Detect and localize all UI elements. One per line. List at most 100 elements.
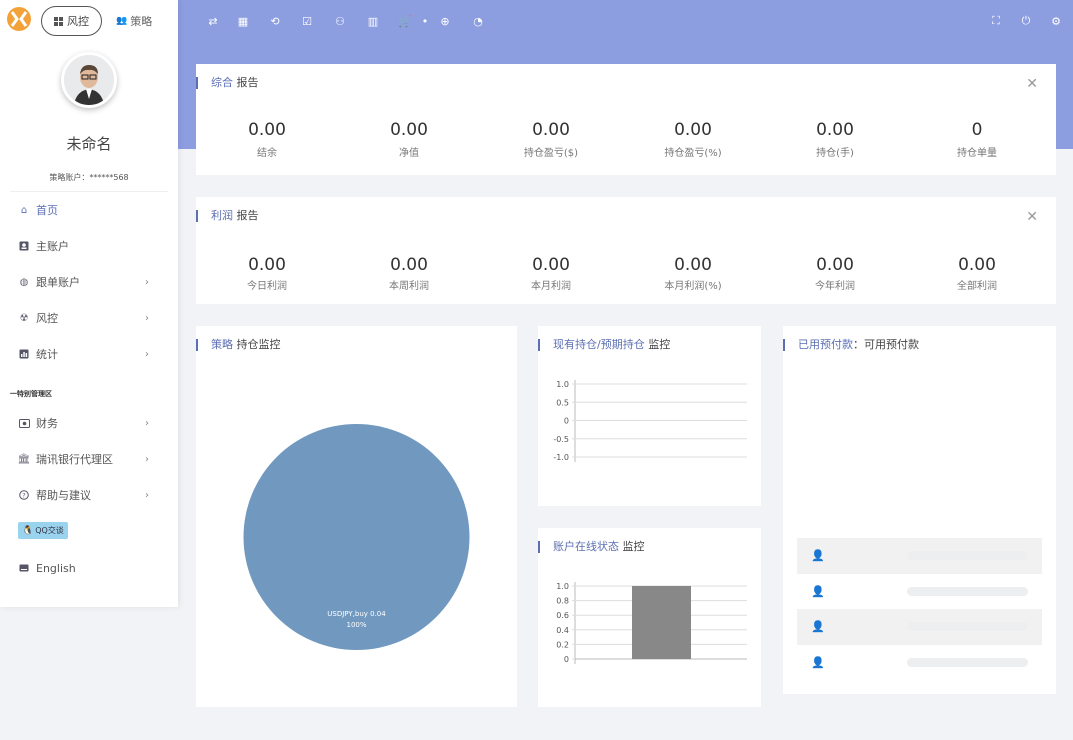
keyboard-icon [17,564,31,572]
group-icon: 👥 [116,16,128,26]
stat-label: 本月利润 [531,281,571,292]
stat-item: 0.00 本月利润 [480,255,622,292]
stat-item: 0.00 本月利润(%) [622,255,764,292]
sidebar-item-home[interactable]: ⌂ 首页 [0,198,178,222]
home-icon: ⌂ [20,204,28,216]
stat-value: 0.00 [532,120,570,140]
mode-tab-strategy[interactable]: 👥 策略 [116,13,152,29]
sidebar-item-follow-account[interactable]: ◍ 跟单账户 › [0,270,178,294]
sidebar-item-help[interactable]: ? 帮助与建议 › [0,483,178,507]
y-tick-label: 0.4 [556,626,569,635]
list-item[interactable]: 👤 [797,609,1042,645]
stat-label: 持仓盈亏(%) [664,148,722,159]
dashboard-icon[interactable]: ▦ [236,14,250,28]
bar-chart-icon[interactable]: ▥ [366,14,380,28]
y-tick-label: 0.2 [556,640,569,649]
app-logo[interactable] [6,6,32,32]
sidebar-item-risk[interactable]: ☢ 风控 › [0,306,178,330]
chevron-right-icon: › [145,312,149,324]
section-title: 一特别管理区 [10,390,52,398]
swap-icon[interactable]: ⇄ [206,14,220,28]
summary-report-panel: 综合 报告 ✕ 0.00 结余 0.00 净值 0.00 持仓盈亏($) 0.00 持仓… [196,64,1056,175]
sidebar-item-label: 风控 [36,312,58,325]
chevron-right-icon: › [145,348,149,360]
stat-item: 0.00 结余 [196,120,338,159]
sidebar-item-label: 首页 [36,204,58,217]
qq-chat-button[interactable]: 🐧 QQ交谈 [18,522,68,539]
y-tick-label: 1.0 [556,582,569,591]
mode-tab-label: 风控 [67,15,89,28]
list-item[interactable]: 👤 [797,645,1042,681]
user-icon: 👤 [811,656,825,669]
chevron-right-icon: › [145,276,149,288]
y-tick-label: 0.6 [556,611,569,620]
stat-item: 0.00 本周利润 [338,255,480,292]
pie-chart: USDJPY,buy 0.04 100% [243,424,470,650]
globe-icon: ◍ [19,276,29,288]
sidebar-item-label: 财务 [36,417,58,430]
stat-label: 本周利润 [389,281,429,292]
settings-icon[interactable]: ⚙ [1049,14,1063,28]
profit-stats: 0.00 今日利润 0.00 本周利润 0.00 本月利润 0.00 本月利润(%) 0… [196,255,1056,292]
stat-value: 0.00 [674,120,712,140]
placeholder-bar [907,551,1028,560]
chart-icon [17,349,31,359]
chevron-right-icon: › [145,489,149,501]
mode-tab-risk[interactable]: 风控 [41,6,102,36]
group-icon[interactable]: ⚇ [333,14,347,28]
stat-item: 0.00 今年利润 [764,255,906,292]
cart-icon[interactable]: 🛒 [398,14,412,28]
stat-value: 0.00 [816,120,854,140]
y-tick-label: 0 [564,655,569,664]
y-tick-label: 1.0 [556,380,569,389]
stat-value: 0.00 [390,120,428,140]
fullscreen-icon[interactable]: ⛶ [989,14,1003,28]
y-tick-label: -0.5 [553,435,569,444]
sidebar-item-label: 帮助与建议 [36,489,91,502]
checkbox-icon[interactable]: ☑ [300,14,314,28]
stat-item: 0.00 持仓盈亏(%) [622,120,764,159]
divider [10,191,168,192]
language-switch[interactable]: English [0,556,178,580]
sidebar-item-statistics[interactable]: 统计 › [0,342,178,366]
stat-value: 0.00 [674,255,712,275]
power-icon[interactable]: ⏻ [1019,14,1033,28]
sidebar-item-bank-agent[interactable]: 🏛 瑞讯银行代理区 › [0,447,178,471]
sidebar-item-label: 统计 [36,348,58,361]
stat-label: 今日利润 [247,281,287,292]
avatar[interactable] [61,52,117,108]
avatar-image [64,55,114,105]
sidebar-item-label: 瑞讯银行代理区 [36,453,113,466]
dot-icon: • [421,14,429,28]
account-icon [17,241,31,251]
mode-tab-label: 策略 [130,15,153,28]
close-icon[interactable]: ✕ [1026,209,1038,225]
summary-stats: 0.00 结余 0.00 净值 0.00 持仓盈亏($) 0.00 持仓盈亏(%) 0.… [196,120,1056,159]
list-item[interactable]: 👤 [797,538,1042,574]
profit-report-panel: 利润 报告 ✕ 0.00 今日利润 0.00 本周利润 0.00 本月利润 0.00 本… [196,197,1056,304]
language-label: English [36,561,76,575]
bar [632,586,691,659]
user-icon: 👤 [811,549,825,562]
positions-panel: 现有持仓/预期持仓 监控 1.0 0.5 0 -0.5 -1.0 [538,326,761,506]
sidebar: 风控 👥 策略 未命名 策略账户：******568 ⌂ 首页 主账户 ◍ 跟单… [0,0,178,607]
repeat-icon[interactable]: ⟲ [268,14,282,28]
pie-icon[interactable]: ◔ [471,14,485,28]
close-icon[interactable]: ✕ [1026,76,1038,92]
user-icon: 👤 [811,585,825,598]
stat-label: 结余 [257,148,277,159]
add-circle-icon[interactable]: ⊕ [438,14,452,28]
dashboard-icon [54,16,64,26]
list-item[interactable]: 👤 [797,574,1042,610]
stat-label: 持仓盈亏($) [523,148,579,159]
panel-title: 已用预付款：可用预付款 [783,339,919,351]
stat-value: 0.00 [248,120,286,140]
sidebar-item-main-account[interactable]: 主账户 [0,234,178,258]
online-status-panel: 账户在线状态 监控 1.0 0.8 0.6 0.4 0.2 0 [538,528,761,707]
stat-label: 今年利润 [815,281,855,292]
sidebar-item-finance[interactable]: 财务 › [0,411,178,435]
stat-value: 0 [971,120,983,140]
user-name: 未命名 [66,135,112,153]
stat-label: 净值 [399,148,419,159]
y-tick-label: -1.0 [553,453,569,462]
